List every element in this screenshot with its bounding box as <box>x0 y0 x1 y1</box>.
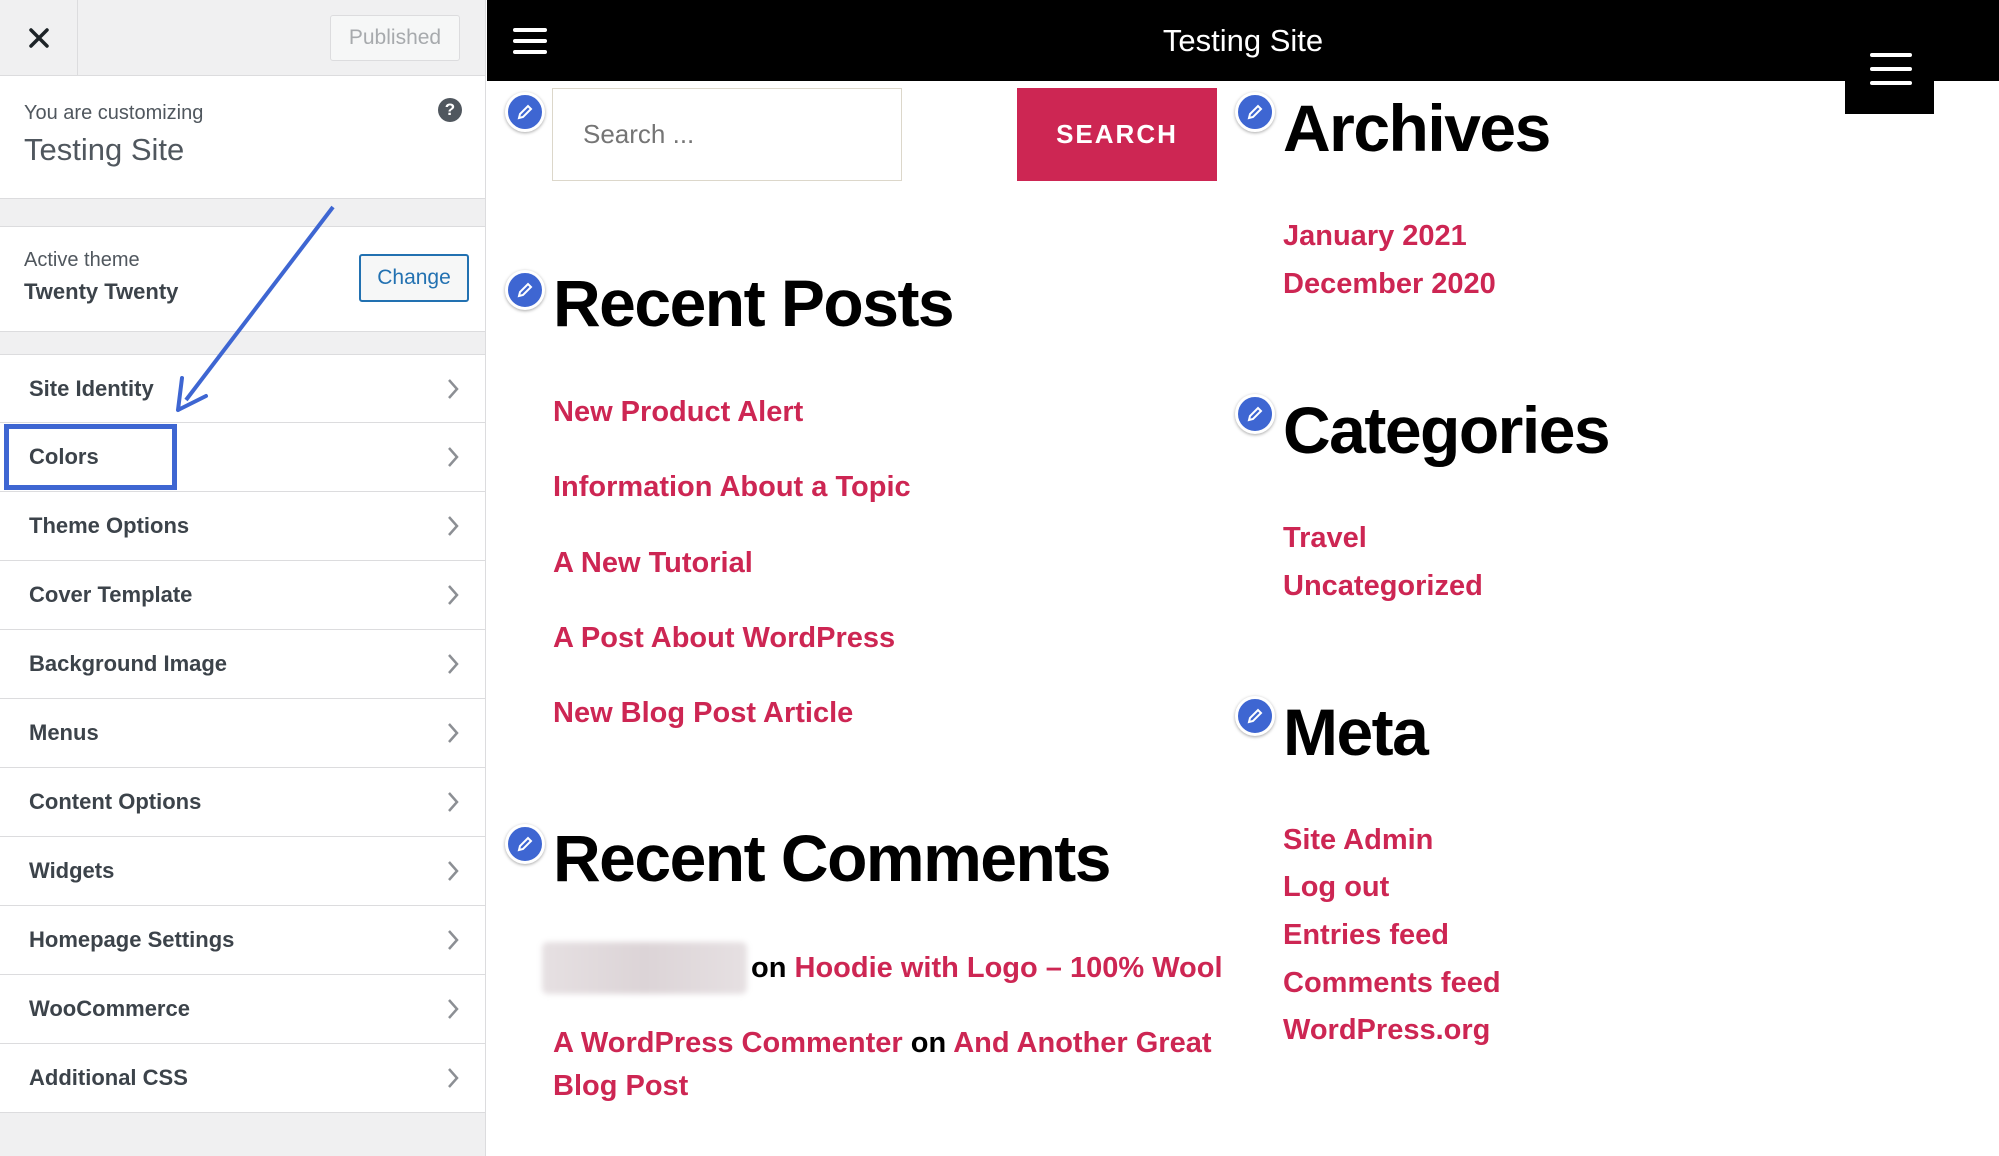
edit-shortcut-pencil-icon[interactable] <box>505 824 545 864</box>
chevron-right-icon <box>448 516 459 536</box>
panel-menus[interactable]: Menus <box>0 699 485 768</box>
customizer-sidebar: Published You are customizing Testing Si… <box>0 0 486 1156</box>
comment-post-link-cont[interactable]: Blog Post <box>553 1070 688 1103</box>
panel-label: Colors <box>29 444 99 469</box>
panel-site-identity[interactable]: Site Identity <box>0 354 485 423</box>
site-title[interactable]: Testing Site <box>487 0 1999 81</box>
categories-title: Categories <box>1283 393 1611 467</box>
panel-label: Homepage Settings <box>29 927 235 952</box>
panel-background-image[interactable]: Background Image <box>0 630 485 699</box>
meta-link[interactable]: Entries feed <box>1283 919 1449 952</box>
meta-link[interactable]: Log out <box>1283 871 1389 904</box>
panel-label: Theme Options <box>29 513 190 538</box>
recent-posts-title: Recent Posts <box>553 266 955 340</box>
archive-link[interactable]: December 2020 <box>1283 268 1496 301</box>
comment-post-link[interactable]: Hoodie with Logo – 100% Wool <box>795 952 1223 984</box>
panel-label: Additional CSS <box>29 1065 188 1090</box>
meta-link[interactable]: Site Admin <box>1283 824 1433 857</box>
panel-label: Cover Template <box>29 582 193 607</box>
archive-link[interactable]: January 2021 <box>1283 220 1467 253</box>
recent-comments-title: Recent Comments <box>553 821 1111 895</box>
recent-post-link[interactable]: New Blog Post Article <box>553 697 853 730</box>
panel-label: Menus <box>29 720 99 745</box>
change-theme-button[interactable]: Change <box>359 254 469 302</box>
customizing-site-name: Testing Site <box>24 132 185 167</box>
chevron-right-icon <box>448 1068 459 1088</box>
chevron-right-icon <box>448 447 459 467</box>
edit-shortcut-pencil-icon[interactable] <box>1235 696 1275 736</box>
recent-post-link[interactable]: A New Tutorial <box>553 547 753 580</box>
search-button[interactable]: SEARCH <box>1017 88 1217 181</box>
help-icon[interactable]: ? <box>438 98 462 122</box>
edit-shortcut-pencil-icon[interactable] <box>1235 394 1275 434</box>
recent-post-link[interactable]: Information About a Topic <box>553 471 911 504</box>
customizing-label: You are customizing <box>24 102 204 124</box>
recent-post-link[interactable]: A Post About WordPress <box>553 622 895 655</box>
meta-link[interactable]: WordPress.org <box>1283 1014 1490 1047</box>
blurred-comment-author <box>542 942 747 994</box>
chevron-right-icon <box>448 930 459 950</box>
edit-shortcut-pencil-icon[interactable] <box>1235 92 1275 132</box>
comment-entry: on Hoodie with Logo – 100% Wool <box>751 952 1223 984</box>
panel-cover-template[interactable]: Cover Template <box>0 561 485 630</box>
panel-content-options[interactable]: Content Options <box>0 768 485 837</box>
menu-toggle-icon[interactable] <box>1870 53 1912 91</box>
category-link[interactable]: Travel <box>1283 522 1367 555</box>
chevron-right-icon <box>448 378 459 399</box>
chevron-right-icon <box>448 654 459 674</box>
site-preview: Testing Site SEARCH Recent Posts New Pro… <box>487 0 1999 1156</box>
archives-title: Archives <box>1283 91 1551 165</box>
panel-homepage-settings[interactable]: Homepage Settings <box>0 906 485 975</box>
edit-shortcut-pencil-icon[interactable] <box>505 92 545 132</box>
customizer-header: Published <box>0 0 485 76</box>
meta-title: Meta <box>1283 695 1429 769</box>
panel-widgets[interactable]: Widgets <box>0 837 485 906</box>
edit-shortcut-pencil-icon[interactable] <box>505 270 545 310</box>
panel-additional-css[interactable]: Additional CSS <box>0 1044 485 1113</box>
close-customizer-button[interactable] <box>0 0 78 75</box>
site-header: Testing Site <box>487 0 1999 81</box>
meta-link[interactable]: Comments feed <box>1283 967 1501 1000</box>
category-link[interactable]: Uncategorized <box>1283 570 1483 603</box>
active-theme-label: Active theme <box>24 249 140 271</box>
comment-entry: A WordPress Commenter on And Another Gre… <box>553 1027 1212 1059</box>
close-icon <box>28 27 49 48</box>
panel-label: Background Image <box>29 651 228 676</box>
panel-label: Content Options <box>29 789 202 814</box>
comment-author-link[interactable]: A WordPress Commenter <box>553 1027 903 1059</box>
active-theme-name: Twenty Twenty <box>24 279 179 304</box>
panel-label: WooCommerce <box>29 996 190 1021</box>
chevron-right-icon <box>448 585 459 605</box>
search-input[interactable] <box>552 88 902 181</box>
chevron-right-icon <box>448 999 459 1019</box>
chevron-right-icon <box>448 861 459 881</box>
active-theme-section: Active theme Twenty Twenty Change <box>0 226 485 332</box>
customizer-panel-list: Site Identity Colors Theme Options Cover… <box>0 354 485 1113</box>
customizing-info: You are customizing Testing Site ? <box>0 76 485 199</box>
panel-woocommerce[interactable]: WooCommerce <box>0 975 485 1044</box>
chevron-right-icon <box>448 792 459 812</box>
recent-post-link[interactable]: New Product Alert <box>553 396 803 429</box>
published-button[interactable]: Published <box>330 15 460 61</box>
comment-post-link[interactable]: And Another Great <box>953 1027 1211 1059</box>
chevron-right-icon <box>448 723 459 743</box>
panel-label: Site Identity <box>29 375 154 401</box>
panel-theme-options[interactable]: Theme Options <box>0 492 485 561</box>
panel-colors[interactable]: Colors <box>0 423 485 492</box>
panel-label: Widgets <box>29 858 115 883</box>
